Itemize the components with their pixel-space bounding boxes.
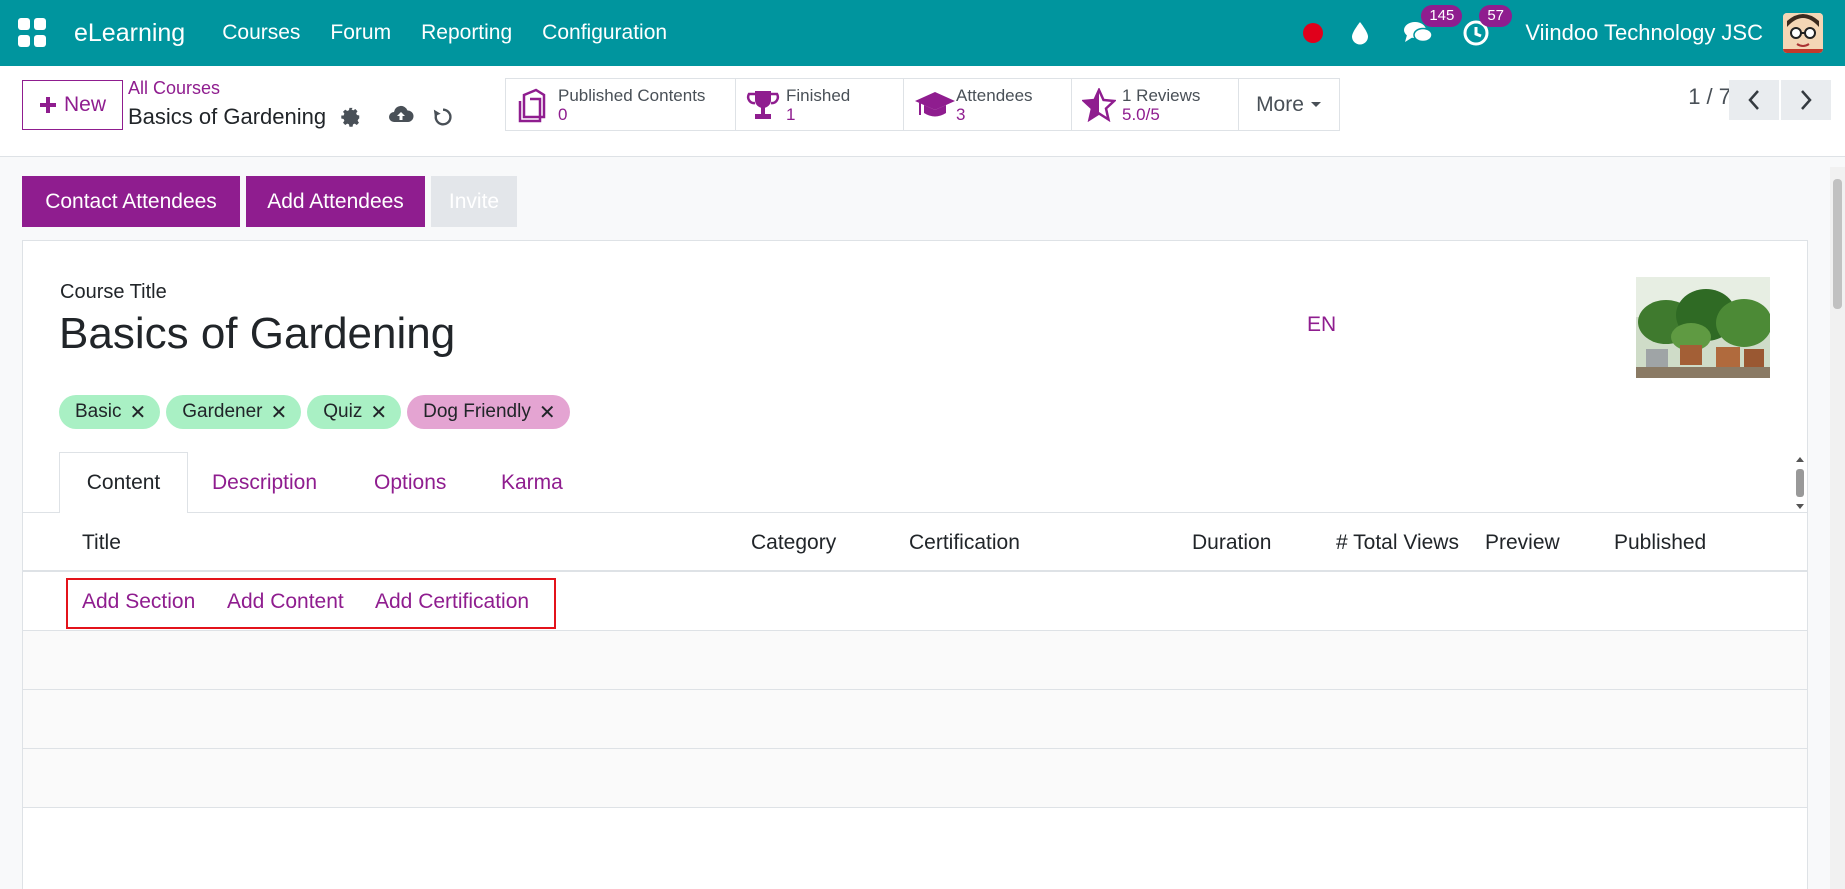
new-button-label: New: [63, 93, 106, 116]
breadcrumb-current-record: Basics of Gardening: [128, 104, 327, 129]
tabs-scrollbar[interactable]: [1793, 455, 1807, 511]
stat-published-contents[interactable]: Published Contents 0: [505, 78, 735, 131]
chevron-left-icon: [1748, 90, 1759, 110]
activities-clock-icon[interactable]: 57: [1461, 5, 1512, 48]
stat-finished[interactable]: Finished 1: [735, 78, 903, 131]
column-published[interactable]: Published: [1614, 513, 1706, 572]
tag-label: Gardener: [182, 401, 263, 422]
stat-label: Attendees: [956, 85, 1033, 105]
add-content-link[interactable]: Add Content: [227, 572, 344, 631]
column-title[interactable]: Title: [82, 513, 121, 572]
form-sheet: Course Title Basics of Gardening EN Basi…: [22, 240, 1808, 889]
tag-quiz: Quiz ✕: [307, 395, 402, 429]
pager-next-button[interactable]: [1781, 80, 1831, 120]
menu-courses[interactable]: Courses: [222, 21, 300, 45]
gear-icon[interactable]: [340, 106, 362, 133]
tag-label: Dog Friendly: [423, 401, 531, 422]
messages-icon[interactable]: 145: [1403, 5, 1463, 48]
add-certification-link[interactable]: Add Certification: [375, 572, 529, 631]
tab-options[interactable]: Options: [374, 452, 446, 513]
add-line-row: Add Section Add Content Add Certificatio…: [23, 572, 1807, 631]
smart-buttons: Published Contents 0 Finished 1 Attendees 3…: [505, 78, 1340, 131]
remove-tag-icon[interactable]: ✕: [539, 400, 556, 425]
menu-forum[interactable]: Forum: [330, 21, 391, 45]
invite-button[interactable]: Invite: [431, 176, 517, 227]
record-indicator-icon[interactable]: [1303, 23, 1324, 43]
stat-attendees[interactable]: Attendees 3: [903, 78, 1071, 131]
column-total-views[interactable]: # Total Views: [1336, 513, 1459, 572]
tag-dog-friendly: Dog Friendly ✕: [407, 395, 570, 429]
tab-content[interactable]: Content: [59, 452, 188, 514]
stat-label: 1 Reviews: [1122, 85, 1201, 105]
menu-reporting[interactable]: Reporting: [421, 21, 512, 45]
course-image[interactable]: [1636, 277, 1770, 378]
column-certification[interactable]: Certification: [909, 513, 1020, 572]
plus-icon: [39, 97, 56, 113]
course-title-label: Course Title: [60, 281, 167, 303]
tag-label: Quiz: [323, 401, 363, 422]
app-brand[interactable]: eLearning: [74, 19, 185, 48]
activities-count-badge: 57: [1479, 5, 1512, 27]
tags-field: Basic ✕ Gardener ✕ Quiz ✕ Dog Friendly ✕: [59, 395, 570, 429]
apps-menu-icon[interactable]: [18, 18, 48, 48]
new-button[interactable]: New: [22, 80, 123, 130]
language-toggle[interactable]: EN: [1307, 313, 1336, 337]
trophy-icon: [746, 90, 780, 119]
company-switcher[interactable]: Viindoo Technology JSC: [1525, 20, 1763, 46]
page-scrollbar[interactable]: [1830, 167, 1845, 889]
table-row: [23, 690, 1807, 749]
tab-description[interactable]: Description: [212, 452, 317, 513]
more-label: More: [1256, 92, 1304, 116]
top-navbar: eLearning Courses Forum Reporting Config…: [0, 0, 1845, 66]
stat-label: Published Contents: [558, 85, 706, 105]
menu-configuration[interactable]: Configuration: [542, 21, 667, 45]
contact-attendees-button[interactable]: Contact Attendees: [22, 176, 240, 227]
control-panel: New All Courses Basics of Gardening Publ…: [0, 66, 1845, 157]
documents-icon: [518, 88, 546, 122]
notebook-tabs: Content Description Options Karma: [23, 452, 1807, 514]
stat-value: 5.0/5: [1122, 104, 1160, 124]
stat-value: 1: [786, 104, 796, 124]
column-category[interactable]: Category: [751, 513, 836, 572]
scrollbar-thumb[interactable]: [1833, 179, 1842, 309]
column-preview[interactable]: Preview: [1485, 513, 1560, 572]
graduation-cap-icon: [915, 91, 955, 116]
discard-undo-icon[interactable]: [432, 106, 454, 133]
remove-tag-icon[interactable]: ✕: [129, 400, 146, 425]
star-icon: [1082, 87, 1116, 122]
table-row: [23, 631, 1807, 690]
stat-label: Finished: [786, 85, 851, 105]
add-section-link[interactable]: Add Section: [82, 572, 195, 631]
table-header: Title Category Certification Duration # …: [23, 513, 1807, 572]
table-row: [23, 749, 1807, 808]
stat-value: 0: [558, 104, 568, 124]
pager-previous-button[interactable]: [1729, 80, 1779, 120]
more-dropdown-button[interactable]: More: [1238, 78, 1340, 131]
tab-karma[interactable]: Karma: [501, 452, 563, 513]
column-duration[interactable]: Duration: [1192, 513, 1271, 572]
tag-basic: Basic ✕: [59, 395, 161, 429]
stat-value: 3: [956, 104, 966, 124]
caret-down-icon: [1310, 101, 1321, 107]
chevron-right-icon: [1801, 90, 1812, 110]
course-title-field[interactable]: Basics of Gardening: [59, 309, 455, 359]
breadcrumb-all-courses[interactable]: All Courses: [128, 78, 220, 99]
pager-value[interactable]: 1 / 7: [1688, 84, 1731, 110]
user-avatar[interactable]: [1783, 13, 1823, 53]
tag-label: Basic: [75, 401, 122, 422]
remove-tag-icon[interactable]: ✕: [370, 400, 387, 425]
add-attendees-button[interactable]: Add Attendees: [246, 176, 425, 227]
remove-tag-icon[interactable]: ✕: [271, 400, 288, 425]
tag-gardener: Gardener ✕: [166, 395, 302, 429]
messages-count-badge: 145: [1421, 5, 1463, 27]
stat-reviews[interactable]: 1 Reviews 5.0/5: [1071, 78, 1238, 131]
drop-icon[interactable]: [1345, 18, 1375, 48]
save-cloud-icon[interactable]: [388, 104, 414, 131]
